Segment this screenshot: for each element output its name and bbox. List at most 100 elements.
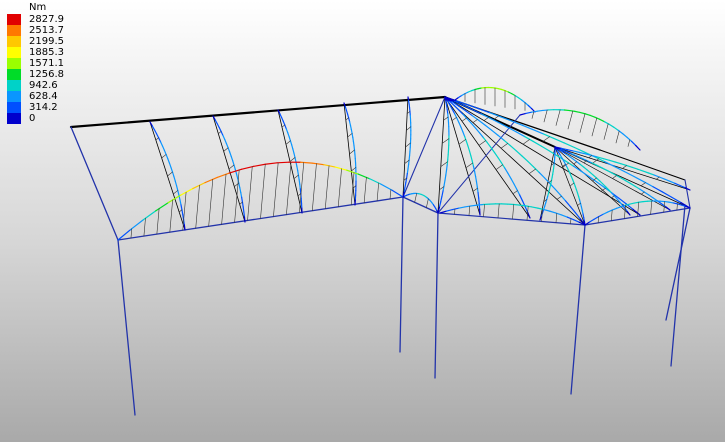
moment-curve-segment: [299, 183, 301, 190]
moment-hatch-line: [627, 139, 631, 147]
moment-curve-segment: [173, 175, 176, 182]
moment-curve-segment: [471, 114, 480, 121]
moment-hatch-line: [228, 164, 235, 170]
moment-curve-segment: [633, 175, 645, 183]
moment-curve-segment: [560, 214, 569, 218]
moment-curve-segment: [513, 203, 521, 206]
moment-curve-segment: [163, 149, 167, 156]
moment-hatch-line: [588, 155, 593, 159]
moment-hatch-line: [555, 109, 561, 126]
moment-curve-segment: [599, 118, 606, 123]
moment-curve-segment: [171, 171, 175, 178]
moment-curve-segment: [291, 144, 294, 150]
moment-curve-segment: [441, 190, 444, 197]
moment-curve-segment: [220, 130, 224, 137]
moment-curve-segment: [296, 165, 299, 172]
columns: [117, 196, 691, 416]
moment-curve-segment: [620, 204, 627, 208]
moment-curve-segment: [507, 172, 512, 180]
moment-hatch-line: [414, 193, 417, 203]
moment-curve-segment: [352, 136, 355, 143]
ridge-beam: [69, 95, 447, 129]
legend-value: 2513.7: [29, 25, 64, 36]
moment-hatch-line: [155, 137, 159, 141]
moment-hatch-line: [173, 190, 179, 195]
moment-curve-segment: [613, 126, 619, 131]
moment-curve-segment: [625, 180, 632, 185]
moment-hatch-line: [622, 165, 627, 169]
moment-curve-segment: [566, 216, 574, 221]
moment-curve-segment: [229, 151, 232, 157]
moment-curve-segment: [536, 109, 544, 112]
moment-curve-segment: [142, 210, 157, 221]
moment-curve-segment: [563, 109, 571, 112]
moment-curve-segment: [538, 171, 546, 179]
moment-hatch-line: [472, 119, 478, 123]
moment-curve-segment: [540, 145, 551, 152]
moment-hatch-line: [451, 117, 457, 121]
moment-curve-segment: [573, 150, 581, 154]
moment-curve-segment: [593, 216, 600, 220]
moment-curve-segment: [443, 179, 446, 187]
moment-curve-segment: [625, 164, 633, 168]
moment-hatch-line: [363, 177, 367, 204]
moment-hatch-line: [655, 176, 660, 180]
moment-curve-segment: [602, 211, 609, 215]
moment-hatch-line: [542, 136, 551, 142]
moment-curve-segment: [503, 139, 511, 147]
legend-swatch: [7, 14, 21, 25]
moment-curve-segment: [579, 163, 585, 168]
moment-hatch-line: [289, 157, 296, 162]
moment-curve-segment: [224, 138, 228, 145]
moment-curve-segment: [475, 181, 478, 188]
column: [434, 212, 439, 379]
legend-swatch: [7, 47, 21, 58]
moment-diagrams: [117, 86, 691, 241]
column: [665, 207, 691, 321]
moment-curve-segment: [572, 158, 578, 163]
moment-curve-segment: [297, 174, 300, 181]
moment-curve-segment: [276, 161, 290, 164]
moment-curve-segment: [486, 141, 492, 149]
moment-hatch-line: [556, 195, 562, 200]
moment-curve-segment: [521, 99, 526, 104]
moment-curve-segment: [608, 123, 615, 128]
moment-curve-segment: [592, 174, 598, 179]
eave-beam: [402, 196, 439, 214]
moment-curve-segment: [240, 191, 243, 198]
moment-curve-segment: [474, 127, 481, 134]
frame-model: [69, 86, 691, 416]
moment-curve-segment: [584, 113, 591, 116]
structural-viewport[interactable]: Nm 2827.9 2513.7 2199.5 1885.3 1571.1 12…: [0, 0, 725, 442]
moment-curve-segment: [632, 208, 641, 216]
moment-curve-segment: [553, 137, 565, 144]
moment-curve-segment: [239, 187, 242, 194]
moment-hatch-line: [273, 162, 279, 217]
moment-curve-segment: [532, 140, 542, 147]
moment-curve-segment: [601, 167, 608, 171]
moment-curve-segment: [563, 142, 576, 149]
moment-curve-segment: [639, 188, 645, 193]
moment-curve-segment: [642, 180, 654, 188]
moment-curve-segment: [574, 110, 581, 114]
moment-hatch-line: [528, 168, 537, 175]
moment-hatch-line: [441, 138, 450, 144]
moment-hatch-line: [500, 143, 509, 149]
moment-curve-segment: [633, 201, 640, 204]
moment-curve-segment: [566, 149, 575, 152]
moment-curve-segment: [298, 179, 301, 185]
moment-hatch-line: [195, 184, 200, 229]
moment-curve-segment: [467, 145, 471, 152]
moment-curve-segment: [470, 204, 478, 207]
moment-curve-segment: [672, 202, 679, 205]
moment-hatch-line: [478, 140, 487, 146]
moment-curve-segment: [638, 201, 644, 203]
moment-curve-segment: [616, 206, 622, 209]
moment-curve-segment: [623, 170, 635, 178]
moment-hatch-line: [512, 190, 518, 195]
moment-curve-segment: [294, 156, 297, 163]
moment-hatch-line: [615, 130, 620, 144]
moment-curve-segment: [192, 182, 206, 190]
moment-curve-segment: [465, 140, 469, 147]
legend-value: 1256.8: [29, 69, 64, 80]
